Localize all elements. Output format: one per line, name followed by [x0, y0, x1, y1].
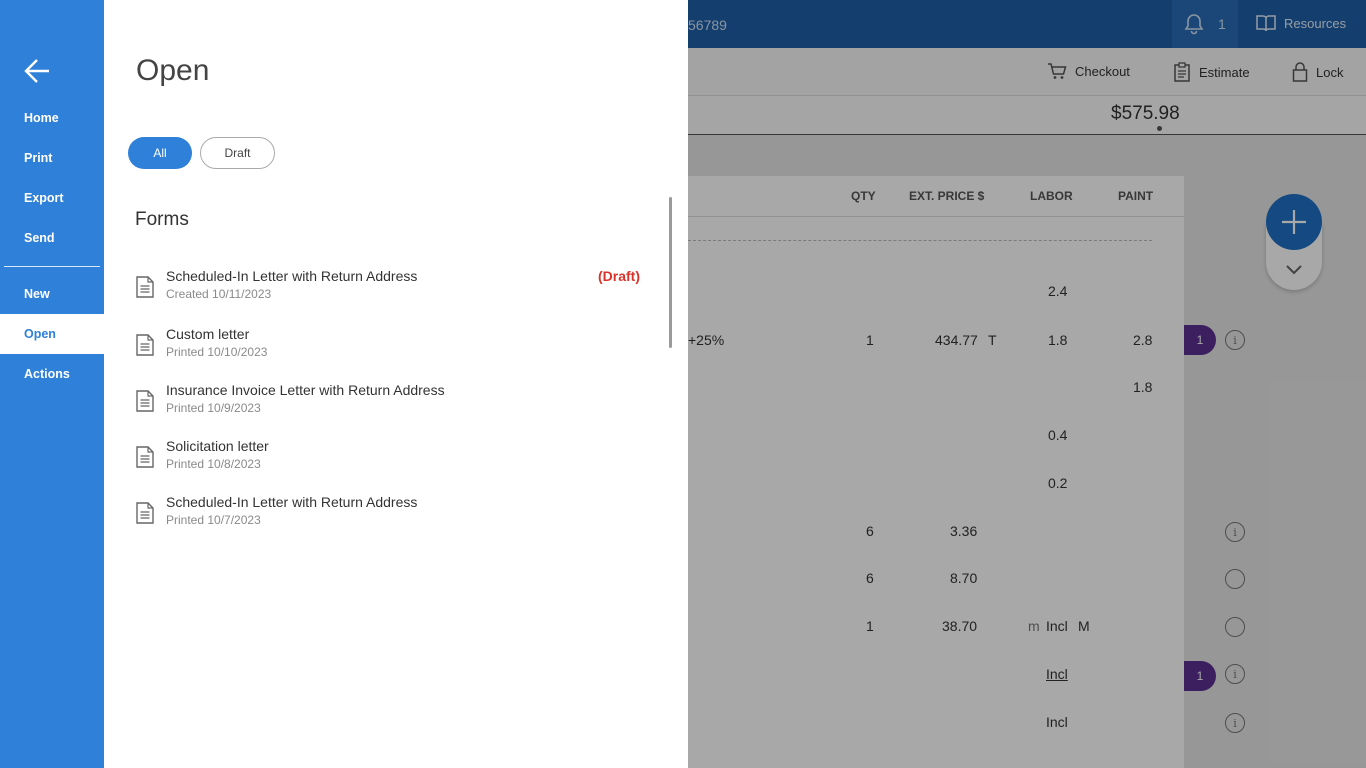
nav-home[interactable]: Home [0, 98, 104, 138]
nav-divider [4, 266, 100, 267]
backstage-nav: Home Print Export Send New Open Actions [0, 0, 104, 768]
forms-heading: Forms [135, 209, 189, 230]
nav-open[interactable]: Open [0, 314, 104, 354]
form-date: Printed 10/8/2023 [166, 457, 261, 471]
form-name: Scheduled-In Letter with Return Address [166, 268, 418, 284]
form-date: Printed 10/7/2023 [166, 513, 261, 527]
open-panel: Open All Draft Forms Scheduled-In Letter… [104, 0, 688, 768]
document-icon [136, 276, 154, 298]
form-date: Printed 10/10/2023 [166, 345, 268, 359]
form-list-item[interactable]: Scheduled-In Letter with Return Address … [134, 268, 644, 314]
form-date: Printed 10/9/2023 [166, 401, 261, 415]
document-icon [136, 502, 154, 524]
form-name: Scheduled-In Letter with Return Address [166, 494, 418, 510]
form-list-item[interactable]: Scheduled-In Letter with Return Address … [134, 494, 644, 540]
filter-all-button[interactable]: All [128, 137, 192, 169]
document-icon [136, 446, 154, 468]
form-name: Custom letter [166, 326, 250, 342]
nav-send[interactable]: Send [0, 218, 104, 258]
form-list-item[interactable]: Custom letter Printed 10/10/2023 [134, 326, 644, 372]
document-icon [136, 334, 154, 356]
document-icon [136, 390, 154, 412]
form-date: Created 10/11/2023 [166, 287, 272, 301]
nav-actions[interactable]: Actions [0, 354, 104, 394]
nav-export[interactable]: Export [0, 178, 104, 218]
nav-print[interactable]: Print [0, 138, 104, 178]
form-name: Solicitation letter [166, 438, 269, 454]
nav-new[interactable]: New [0, 274, 104, 314]
form-list-item[interactable]: Insurance Invoice Letter with Return Add… [134, 382, 644, 428]
filter-draft-button[interactable]: Draft [200, 137, 275, 169]
form-list-item[interactable]: Solicitation letter Printed 10/8/2023 [134, 438, 644, 484]
draft-badge: (Draft) [598, 268, 640, 284]
arrow-left-icon [24, 59, 49, 83]
scrollbar[interactable] [669, 197, 672, 348]
form-name: Insurance Invoice Letter with Return Add… [166, 382, 445, 398]
back-button[interactable] [22, 56, 52, 86]
page-title: Open [136, 54, 210, 87]
